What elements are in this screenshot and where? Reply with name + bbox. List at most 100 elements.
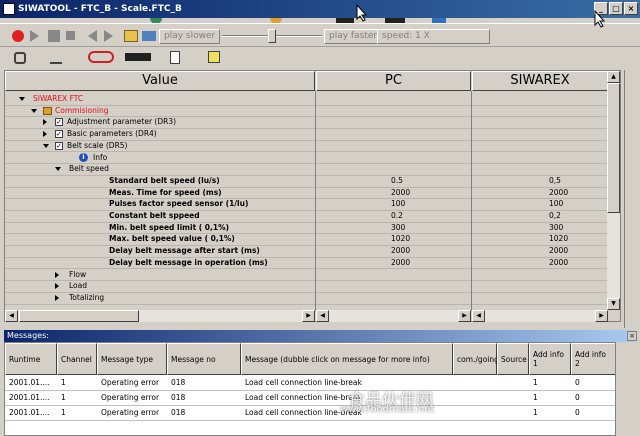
play-icon[interactable] (30, 30, 39, 42)
window-title: SIWATOOL - FTC_B - Scale.FTC_B (18, 4, 182, 14)
siwarex-value[interactable]: 0,2 (549, 210, 561, 222)
collapse-arrow-icon[interactable] (31, 108, 37, 113)
msg-header-add-info-1[interactable]: Add info 1 (529, 343, 571, 375)
checkbox-icon[interactable]: ✓ (55, 130, 63, 139)
scroll-right-button[interactable]: ▶ (302, 310, 315, 322)
message-cell: Load cell connection line-break (245, 378, 362, 387)
checkbox-icon[interactable]: ✓ (55, 141, 63, 150)
wrench-icon[interactable] (14, 52, 26, 64)
message-row[interactable]: 2001.01.... 1 Operating error 018 Load cell … (5, 405, 615, 421)
pc-value[interactable]: 0.5 (391, 175, 403, 187)
side-pane (624, 70, 640, 328)
msg-header-channel[interactable]: Channel (57, 343, 97, 375)
pause-icon[interactable] (48, 30, 60, 42)
display-icon (336, 18, 354, 23)
checkbox-icon[interactable]: ✓ (55, 118, 63, 127)
play-faster-button[interactable]: play faster (324, 29, 383, 44)
message-row[interactable]: 2001.01.... 1 Operating error 018 Load cell … (5, 390, 615, 406)
siwarex-value[interactable]: 2000 (549, 257, 568, 269)
msg-header-message[interactable]: Message (dubble click on message for mor… (241, 343, 453, 375)
pc-value[interactable]: 2000 (391, 245, 410, 257)
window-title-bar[interactable]: SIWATOOL - FTC_B - Scale.FTC_B _ □ × (0, 0, 640, 18)
grid-vertical-scrollbar[interactable]: ▲ ▼ (607, 71, 620, 310)
message-cell: 1 (533, 393, 538, 402)
speed-display: speed: 1 X (377, 29, 490, 44)
siwarex-value[interactable]: 1020 (549, 233, 568, 245)
scroll-thumb[interactable] (607, 83, 620, 213)
siwarex-value[interactable]: 0,5 (549, 175, 561, 187)
pc-value[interactable]: 2000 (391, 257, 410, 269)
forward-icon[interactable] (104, 30, 113, 42)
scroll-right-button[interactable]: ▶ (458, 310, 471, 322)
column-header-siwarex[interactable]: SIWAREX (472, 71, 608, 91)
siwarex-value[interactable]: 2000 (549, 187, 568, 199)
column-header-pc[interactable]: PC (316, 71, 471, 91)
expand-arrow-icon[interactable] (43, 131, 47, 138)
slider-thumb[interactable] (268, 29, 276, 43)
message-cell: 1 (61, 408, 66, 417)
msg-header-add-info-2[interactable]: Add info 2 (571, 343, 615, 375)
close-button[interactable]: × (624, 2, 638, 15)
document-icon[interactable] (170, 51, 180, 64)
play-slower-button[interactable]: play slower (159, 29, 221, 44)
open-folder-icon[interactable] (124, 30, 138, 42)
scroll-left-button[interactable]: ◀ (316, 310, 329, 322)
record-icon[interactable] (12, 30, 24, 42)
collapse-arrow-icon[interactable] (55, 167, 61, 172)
mouse-cursor-icon (356, 4, 368, 22)
pc-value[interactable]: 100 (391, 198, 405, 210)
pc-value[interactable]: 0.2 (391, 210, 403, 222)
messages-close-button[interactable]: × (627, 331, 637, 341)
scroll-down-button[interactable]: ▼ (607, 298, 620, 310)
siwarex-value[interactable]: 100 (549, 198, 563, 210)
scroll-left-button[interactable]: ◀ (472, 310, 485, 322)
pc-value[interactable]: 300 (391, 222, 405, 234)
playback-toolbar: play slower play faster speed: 1 X (0, 25, 640, 47)
maximize-button[interactable]: □ (609, 2, 623, 15)
msg-header-com-going[interactable]: com./going (453, 343, 499, 375)
watermark-url: www.foodmate.net (340, 404, 435, 415)
parameter-label: Belt scale (DR5) (67, 140, 128, 150)
folder-icon (43, 106, 52, 115)
scroll-right-button[interactable]: ▶ (595, 310, 608, 322)
back-icon[interactable] (88, 30, 97, 42)
parameter-label: Max. belt speed value ( 0,1%) (109, 234, 235, 244)
expand-arrow-icon[interactable] (43, 119, 47, 126)
grid-row[interactable]: Totalizing (5, 292, 607, 305)
msg-header-message-type[interactable]: Message type (97, 343, 167, 375)
globe-icon (150, 18, 162, 23)
scroll-up-button[interactable]: ▲ (607, 71, 620, 83)
note-icon[interactable] (208, 51, 220, 63)
msg-header-runtime[interactable]: Runtime (5, 343, 57, 375)
scale-icon[interactable] (50, 52, 62, 64)
siwarex-value[interactable]: 300 (549, 222, 563, 234)
msg-header-message-no[interactable]: Message no (167, 343, 241, 375)
expand-arrow-icon[interactable] (55, 271, 59, 278)
pc-value[interactable]: 1020 (391, 233, 410, 245)
parameter-label: Load (69, 281, 87, 291)
signal-icon[interactable] (125, 53, 151, 61)
pc-value[interactable]: 2000 (391, 187, 410, 199)
siwarex-horizontal-scrollbar[interactable]: ◀ ▶ (472, 310, 608, 322)
siwarex-value[interactable]: 2000 (549, 245, 568, 257)
collapse-arrow-icon[interactable] (43, 143, 49, 148)
scroll-left-button[interactable]: ◀ (5, 310, 18, 322)
expand-arrow-icon[interactable] (55, 283, 59, 290)
column-header-value[interactable]: Value (5, 71, 315, 91)
message-row[interactable]: 2001.01.... 1 Operating error 018 Load cell … (5, 375, 615, 391)
loadcell-icon[interactable] (88, 51, 114, 63)
collapse-arrow-icon[interactable] (19, 97, 25, 101)
stop-icon[interactable] (66, 31, 75, 40)
parameter-label: Info (93, 152, 108, 162)
display-icon (385, 18, 405, 23)
speed-slider[interactable] (222, 29, 322, 43)
expand-arrow-icon[interactable] (55, 294, 59, 301)
connect-icon[interactable] (142, 31, 156, 41)
message-cell: 2001.01.... (9, 393, 50, 402)
message-cell: 0 (575, 378, 580, 387)
pc-horizontal-scrollbar[interactable]: ◀ ▶ (316, 310, 471, 322)
msg-header-source[interactable]: Source (497, 343, 529, 375)
scroll-thumb[interactable] (19, 310, 139, 322)
value-horizontal-scrollbar[interactable]: ◀ ▶ (5, 310, 315, 322)
message-cell: Load cell connection line-break (245, 393, 362, 402)
